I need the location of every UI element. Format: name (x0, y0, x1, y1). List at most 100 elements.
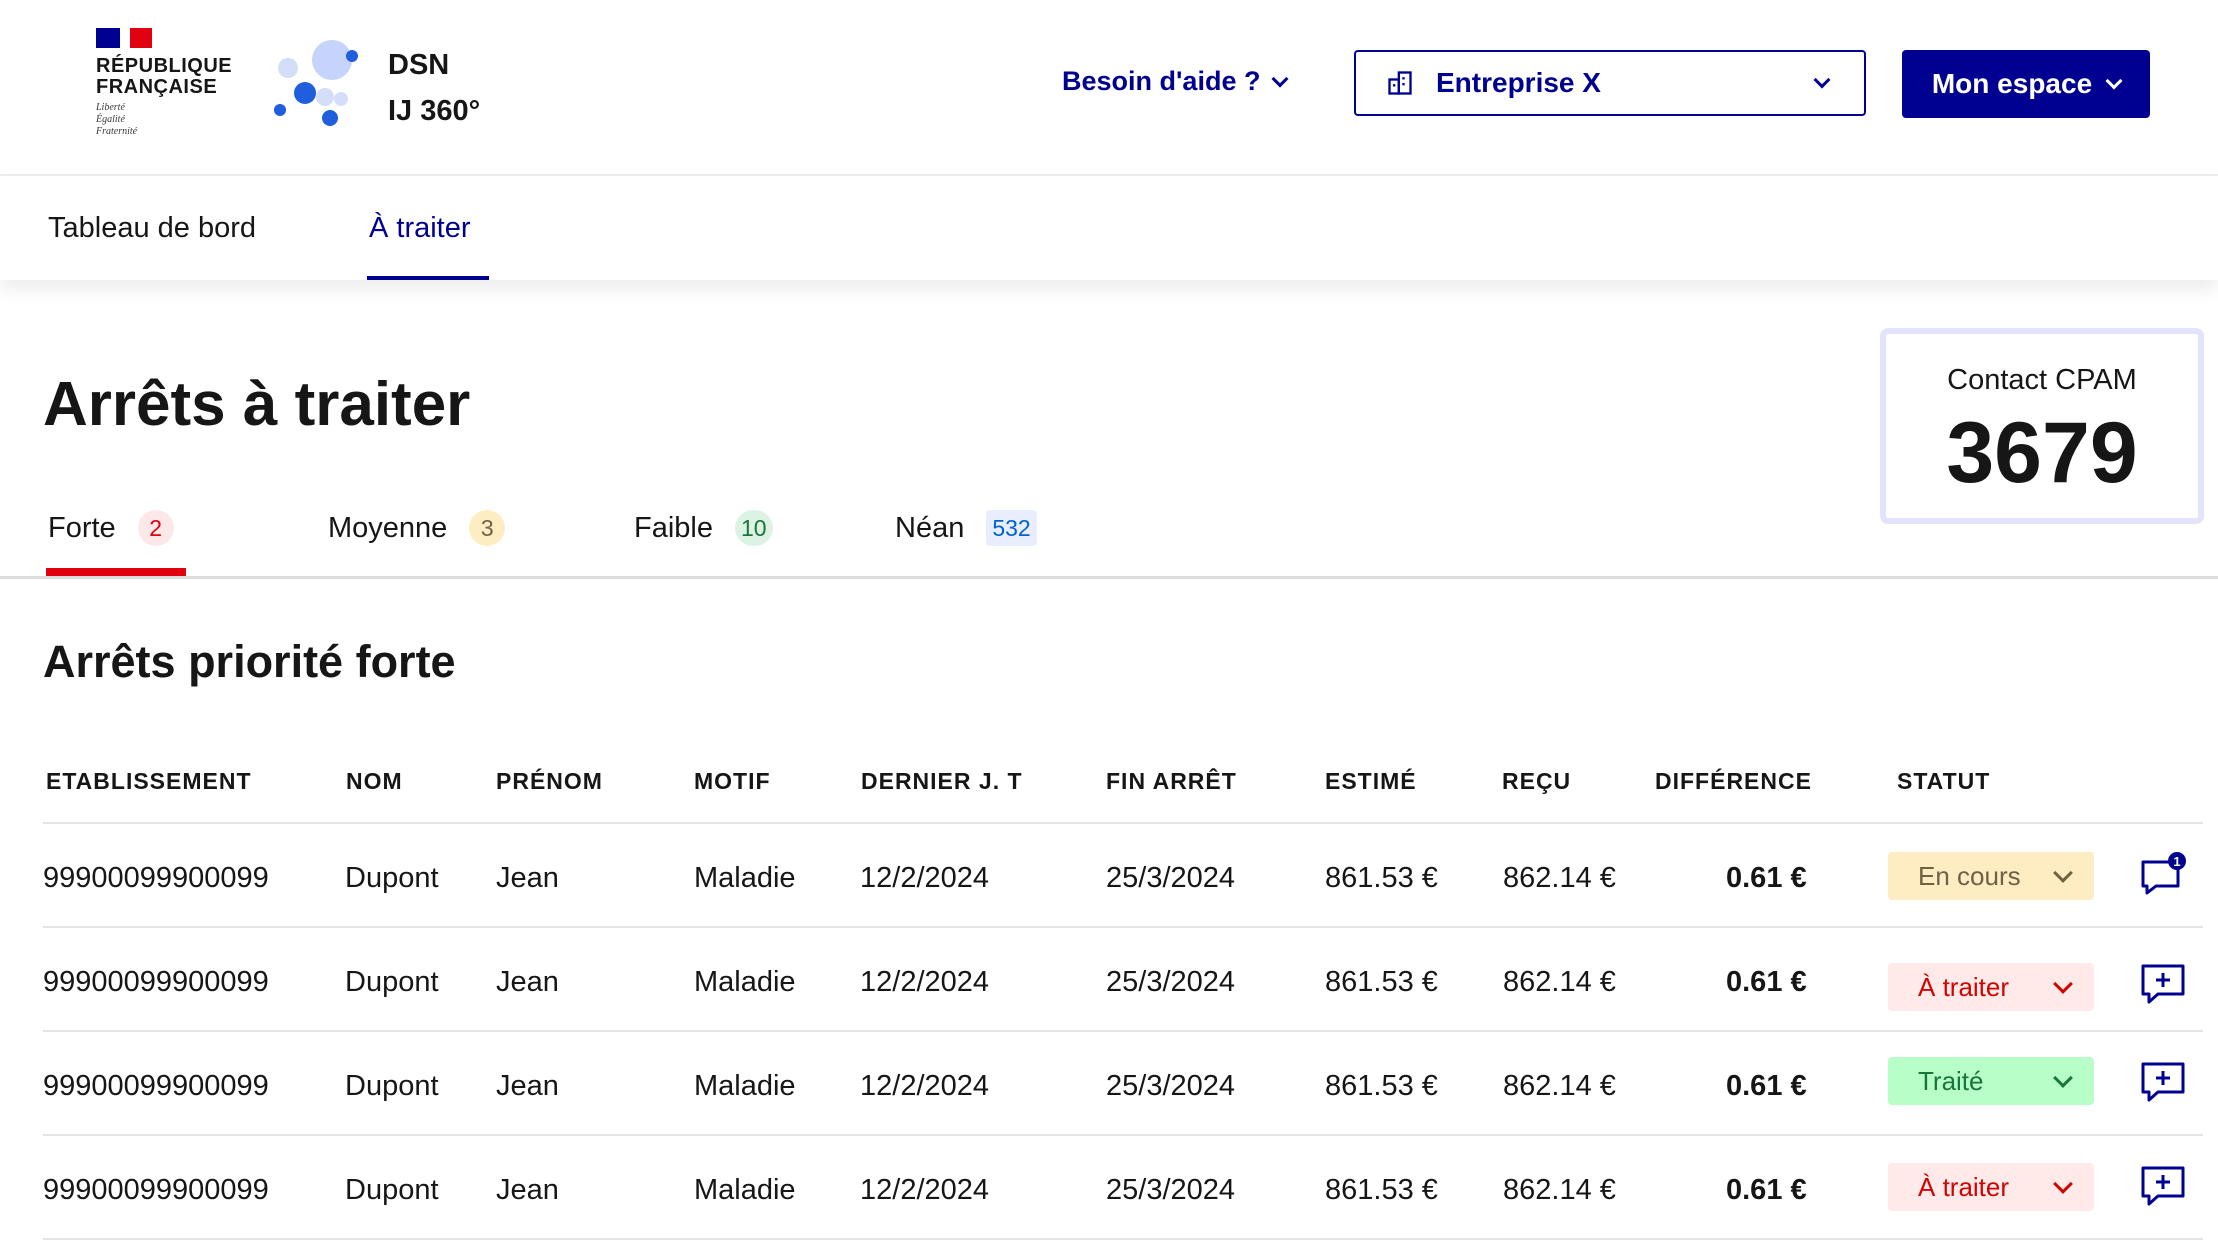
cell-recu: 862.14 € (1503, 862, 1616, 894)
column-header-difference[interactable]: DIFFÉRENCE (1655, 768, 1812, 795)
status-label: Traité (1918, 1065, 1984, 1096)
column-header-dernier-jt[interactable]: DERNIER J. T (861, 768, 1023, 795)
column-header-estime[interactable]: ESTIMÉ (1325, 768, 1417, 795)
cell-prenom: Jean (496, 862, 559, 894)
cell-motif: Maladie (694, 862, 796, 894)
tab-faible[interactable]: Faible 10 (634, 510, 773, 546)
chevron-down-icon (2053, 863, 2073, 883)
table-divider (43, 1134, 2203, 1136)
cell-difference: 0.61 € (1726, 1174, 1807, 1206)
cell-etablissement: 99900099900099 (43, 862, 269, 894)
priority-tabs: Forte 2 Moyenne 3 Faible 10 Néan 532 (0, 496, 2218, 579)
cell-nom: Dupont (345, 1070, 439, 1102)
cell-prenom: Jean (496, 1174, 559, 1206)
tab-nean[interactable]: Néan 532 (895, 510, 1037, 546)
building-icon (1388, 71, 1412, 95)
status-label: En cours (1918, 860, 2021, 891)
contact-cpam-number: 3679 (1946, 405, 2138, 501)
column-header-recu[interactable]: REÇU (1502, 768, 1571, 795)
motto-liberte: Liberté (96, 102, 125, 113)
cell-nom: Dupont (345, 862, 439, 894)
tab-moyenne[interactable]: Moyenne 3 (328, 510, 506, 546)
tab-label: Néan (895, 511, 965, 544)
tab-label: Faible (634, 511, 713, 544)
cell-difference: 0.61 € (1726, 966, 1807, 998)
chevron-down-icon (2053, 974, 2073, 994)
count-badge: 2 (137, 510, 174, 546)
table-divider (43, 926, 2203, 928)
cell-difference: 0.61 € (1726, 862, 1807, 894)
republique-line2: FRANÇAISE (96, 76, 218, 98)
table-divider (43, 1030, 2203, 1032)
tab-label: Moyenne (328, 511, 448, 544)
cell-prenom: Jean (496, 966, 559, 998)
cell-estime: 861.53 € (1325, 1174, 1438, 1206)
count-badge: 10 (735, 510, 773, 546)
cell-nom: Dupont (345, 1174, 439, 1206)
site-header: RÉPUBLIQUE FRANÇAISE Liberté Égalité Fra… (0, 0, 2218, 176)
cell-recu: 862.14 € (1503, 1070, 1616, 1102)
column-header-prenom[interactable]: PRÉNOM (496, 768, 603, 795)
cell-fin-arret: 25/3/2024 (1106, 1174, 1236, 1206)
republique-line1: RÉPUBLIQUE (96, 55, 233, 77)
entreprise-select[interactable]: Entreprise X (1354, 50, 1866, 116)
cell-etablissement: 99900099900099 (43, 1174, 269, 1206)
count-badge: 532 (986, 510, 1037, 546)
contact-cpam-label: Contact CPAM (1947, 364, 2137, 396)
cell-etablissement: 99900099900099 (43, 966, 269, 998)
cell-motif: Maladie (694, 966, 796, 998)
nav-item-a-traiter[interactable]: À traiter (369, 212, 471, 245)
comment-add-icon[interactable] (2140, 1164, 2186, 1208)
cell-nom: Dupont (345, 966, 439, 998)
cell-estime: 861.53 € (1325, 1070, 1438, 1102)
entreprise-label: Entreprise X (1436, 67, 1601, 98)
cell-estime: 861.53 € (1325, 966, 1438, 998)
table-divider (43, 1238, 2203, 1240)
cell-etablissement: 99900099900099 (43, 1070, 269, 1102)
chevron-down-icon (1271, 70, 1289, 87)
tab-label: Forte (48, 511, 116, 544)
status-select[interactable]: À traiter (1888, 963, 2094, 1011)
cell-dernier-jt: 12/2/2024 (860, 1070, 990, 1102)
comment-count: 1 (2173, 854, 2180, 869)
column-header-motif[interactable]: MOTIF (694, 768, 771, 795)
help-label: Besoin d'aide ? (1062, 66, 1261, 96)
chevron-down-icon (1813, 71, 1831, 89)
chevron-down-icon (2105, 72, 2123, 90)
flag-icon (96, 28, 152, 48)
comment-icon[interactable]: 1 (2140, 852, 2186, 896)
tab-active-indicator (46, 568, 186, 576)
section-title: Arrêts priorité forte (43, 636, 456, 687)
column-header-etablissement[interactable]: ETABLISSEMENT (46, 768, 252, 795)
comment-add-icon[interactable] (2140, 1060, 2186, 1104)
cell-fin-arret: 25/3/2024 (1106, 966, 1236, 998)
status-label: À traiter (1918, 971, 2010, 1002)
republique-logo[interactable]: RÉPUBLIQUE FRANÇAISE Liberté Égalité Fra… (96, 28, 232, 138)
cell-motif: Maladie (694, 1174, 796, 1206)
motto-egalite: Égalité (96, 114, 125, 125)
tab-forte[interactable]: Forte 2 (48, 510, 174, 546)
chevron-down-icon (2053, 1174, 2073, 1194)
dsn-logo-icon (272, 36, 364, 132)
comment-add-icon[interactable] (2140, 962, 2186, 1006)
app-brand[interactable]: DSN IJ 360° (388, 42, 480, 134)
column-header-statut[interactable]: STATUT (1897, 768, 1990, 795)
contact-cpam-card: Contact CPAM 3679 (1880, 328, 2204, 524)
help-menu-button[interactable]: Besoin d'aide ? (1062, 66, 1289, 97)
cell-fin-arret: 25/3/2024 (1106, 1070, 1236, 1102)
brand-line1: DSN (388, 49, 450, 81)
column-header-fin-arret[interactable]: FIN ARRÊT (1106, 768, 1237, 795)
status-select[interactable]: Traité (1888, 1057, 2094, 1105)
table-divider (43, 822, 2203, 824)
cell-recu: 862.14 € (1503, 1174, 1616, 1206)
mon-espace-button[interactable]: Mon espace (1902, 50, 2150, 118)
cell-prenom: Jean (496, 1070, 559, 1102)
cell-estime: 861.53 € (1325, 862, 1438, 894)
brand-line2: IJ 360° (388, 95, 481, 127)
status-select[interactable]: En cours (1888, 852, 2094, 900)
status-select[interactable]: À traiter (1888, 1163, 2094, 1211)
nav-item-tableau-de-bord[interactable]: Tableau de bord (48, 212, 256, 245)
column-header-nom[interactable]: NOM (346, 768, 403, 795)
cell-dernier-jt: 12/2/2024 (860, 966, 990, 998)
chevron-down-icon (2053, 1068, 2073, 1088)
